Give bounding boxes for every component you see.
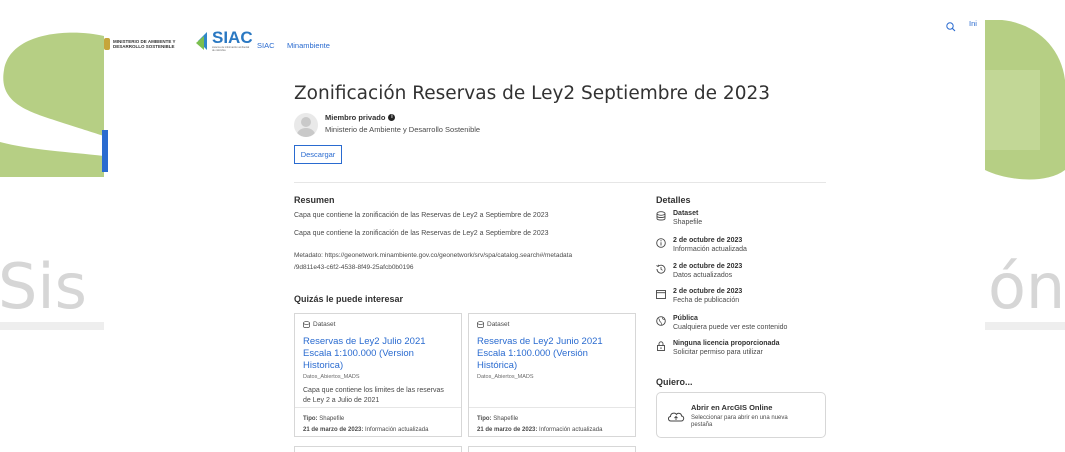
- detail-sub: Cualquiera puede ver este contenido: [673, 324, 788, 331]
- detail-sub: Solicitar permiso para utilizar: [673, 349, 763, 356]
- detail-title: Dataset: [673, 210, 699, 217]
- siac-logo-text: SIAC: [212, 28, 253, 47]
- detail-title: 2 de octubre de 2023: [673, 263, 743, 270]
- ministry-logo[interactable]: MINISTERIO DE AMBIENTE Y DESARROLLO SOST…: [104, 38, 176, 50]
- related-card[interactable]: Dataset Reservas de Ley2 Junio 2021 Esca…: [468, 313, 636, 437]
- related-card[interactable]: Dataset Reservas de Ley2 Julio 2021 Esca…: [294, 313, 462, 437]
- arcgis-title: Abrir en ArcGIS Online: [691, 403, 773, 412]
- background-text-left: Sis: [0, 250, 87, 323]
- detail-title: 2 de octubre de 2023: [673, 288, 743, 295]
- avatar: [294, 113, 318, 137]
- related-card-partial[interactable]: [294, 446, 462, 452]
- background-text-right: ón: [988, 250, 1065, 323]
- download-button[interactable]: Descargar: [294, 145, 342, 164]
- main-page: MINISTERIO DE AMBIENTE Y DESARROLLO SOST…: [104, 0, 985, 452]
- summary-heading: Resumen: [294, 195, 335, 205]
- nav-link-minambiente[interactable]: Minambiente: [287, 41, 330, 50]
- card-tag-label: Dataset: [313, 321, 336, 328]
- card-type: Tipo: Shapefile: [477, 416, 518, 422]
- sidebar-accent: [102, 130, 108, 172]
- summary-line1: Capa que contiene la zonificación de las…: [294, 212, 549, 219]
- background-green-shape: [0, 32, 105, 177]
- detail-row: 2 de octubre de 2023 Fecha de publicación: [656, 288, 742, 305]
- open-arcgis-button[interactable]: Abrir en ArcGIS Online Seleccionar para …: [656, 392, 826, 438]
- card-date-value: Información actualizada: [539, 427, 603, 433]
- detail-row: Ninguna licencia proporcionada Solicitar …: [656, 340, 780, 357]
- metadata-link-line2[interactable]: /9d811e43-c6f2-4538-8f49-25afcb0b0196: [294, 264, 414, 271]
- detail-row: 2 de octubre de 2023 Datos actualizados: [656, 263, 742, 280]
- card-tag: Dataset: [303, 321, 335, 328]
- ministry-emblem-icon: [104, 38, 110, 50]
- info-icon: [656, 238, 666, 248]
- summary-line2: Capa que contiene la zonificación de las…: [294, 230, 549, 237]
- card-date-label: 21 de marzo de 2023:: [303, 427, 364, 433]
- arcgis-sub1: Seleccionar para abrir en una nueva: [691, 415, 788, 421]
- detail-sub: Datos actualizados: [673, 272, 733, 279]
- card-owner[interactable]: Datos_Abiertos_MADS: [477, 374, 534, 380]
- detail-row: Dataset Shapefile: [656, 210, 702, 227]
- owner-name-row: Miembro privado i: [325, 113, 396, 122]
- card-type-value: Shapefile: [319, 416, 345, 422]
- cloud-open-icon: [668, 412, 685, 422]
- lock-icon: [657, 341, 665, 351]
- globe-icon: [656, 316, 666, 326]
- divider: [294, 182, 826, 183]
- metadata-link-line1[interactable]: Metadato: https://geonetwork.minambiente…: [294, 252, 572, 259]
- card-tag-label: Dataset: [487, 321, 510, 328]
- card-footer: Tipo: Shapefile 21 de marzo de 2023: Inf…: [469, 407, 635, 438]
- detail-row: Pública Cualquiera puede ver este conteni…: [656, 315, 787, 332]
- card-type: Tipo: Shapefile: [303, 416, 344, 422]
- owner-name[interactable]: Miembro privado: [325, 113, 385, 122]
- card-date: 21 de marzo de 2023: Información actuali…: [303, 427, 428, 433]
- related-heading: Quizás le puede interesar: [294, 294, 404, 304]
- card-type-label: Tipo:: [477, 416, 492, 422]
- card-date: 21 de marzo de 2023: Información actuali…: [477, 427, 602, 433]
- quiero-heading: Quiero...: [656, 377, 693, 387]
- card-date-value: Información actualizada: [365, 427, 429, 433]
- siac-logo-mark-icon: [196, 32, 207, 50]
- database-icon: [656, 211, 666, 221]
- card-footer: Tipo: Shapefile 21 de marzo de 2023: Inf…: [295, 407, 461, 438]
- owner-org: Ministerio de Ambiente y Desarrollo Sost…: [325, 125, 481, 134]
- card-owner[interactable]: Datos_Abiertos_MADS: [303, 374, 360, 380]
- detail-title: Pública: [673, 315, 698, 322]
- signin-link[interactable]: Ini: [969, 19, 977, 28]
- nav-link-siac[interactable]: SIAC: [257, 41, 275, 50]
- history-icon: [656, 264, 666, 274]
- detail-sub: Fecha de publicación: [673, 297, 740, 304]
- card-tag: Dataset: [477, 321, 509, 328]
- card-description: Capa que contiene los limites de las res…: [303, 387, 444, 404]
- card-title[interactable]: Reservas de Ley2 Julio 2021 Escala 1:100…: [303, 336, 455, 372]
- related-card-partial[interactable]: [468, 446, 636, 452]
- database-icon: [303, 321, 310, 328]
- details-heading: Detalles: [656, 195, 691, 205]
- siac-logo[interactable]: SIAC sistema de información ambiental de…: [196, 28, 253, 52]
- siac-logo-subtext: sistema de información ambiental de colo…: [212, 46, 250, 52]
- arcgis-sub2: pestaña: [691, 422, 713, 428]
- detail-row: 2 de octubre de 2023 Información actualiz…: [656, 237, 747, 254]
- ministry-logo-line2: DESARROLLO SOSTENIBLE: [113, 44, 175, 49]
- card-type-value: Shapefile: [493, 416, 519, 422]
- detail-sub: Información actualizada: [673, 246, 747, 253]
- detail-sub: Shapefile: [673, 219, 703, 226]
- card-type-label: Tipo:: [303, 416, 318, 422]
- detail-title: Ninguna licencia proporcionada: [673, 340, 780, 347]
- database-icon: [477, 321, 484, 328]
- detail-title: 2 de octubre de 2023: [673, 237, 743, 244]
- card-title[interactable]: Reservas de Ley2 Junio 2021 Escala 1:100…: [477, 336, 629, 372]
- info-icon[interactable]: i: [388, 114, 396, 121]
- search-icon[interactable]: [946, 19, 956, 32]
- background-green-shape-right: [985, 19, 1065, 180]
- card-date-label: 21 de marzo de 2023:: [477, 427, 538, 433]
- calendar-icon: [656, 290, 666, 299]
- page-title: Zonificación Reservas de Ley2 Septiembre…: [294, 83, 771, 104]
